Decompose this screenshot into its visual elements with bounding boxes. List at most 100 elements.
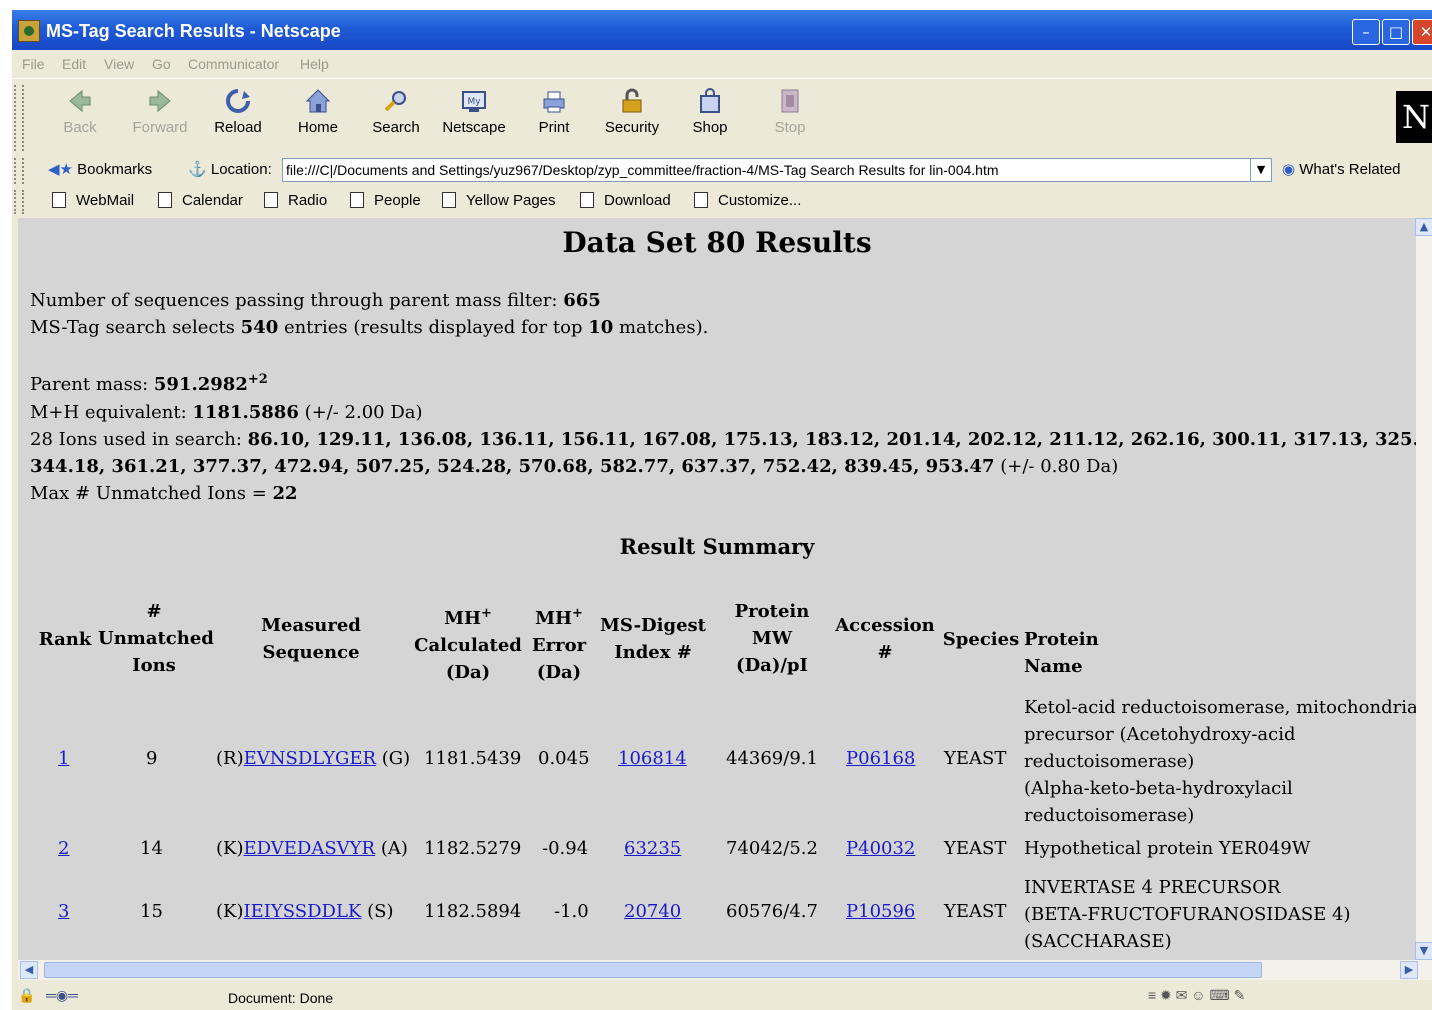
header-unmatched-line3: Ions: [132, 655, 176, 676]
toolbar-grip[interactable]: [14, 190, 24, 214]
sequence-suffix: (A): [380, 838, 408, 859]
home-button[interactable]: Home: [282, 87, 354, 136]
sequence-link[interactable]: EVNSDLYGER: [244, 748, 376, 769]
header-mh-calculated: MH+ Calculated (Da): [414, 600, 522, 686]
menu-go[interactable]: Go: [152, 56, 171, 72]
print-icon: [543, 91, 565, 113]
download-link[interactable]: Download: [580, 192, 671, 209]
sequence-cell: (R)EVNSDLYGER (G): [216, 748, 410, 769]
sequence-prefix: (K): [216, 901, 244, 922]
netscape-logo[interactable]: N: [1396, 91, 1432, 143]
accession-link[interactable]: P10596: [846, 901, 915, 922]
header-mh-calc-plus: +: [481, 606, 492, 621]
rank-link[interactable]: 3: [58, 901, 69, 922]
parent-mass-charge: +2: [247, 372, 268, 387]
calendar-link[interactable]: Calendar: [158, 192, 243, 209]
search-button[interactable]: Search: [360, 87, 432, 136]
header-unmatched: # Unmatched Ions: [98, 598, 214, 679]
netscape-button[interactable]: My Netscape: [438, 87, 510, 136]
stop-icon: [781, 89, 799, 113]
component-bar-icon[interactable]: ≡ ✹ ✉ ☺ ⌨ ✎: [1148, 987, 1245, 1004]
scroll-down-arrow-icon[interactable]: ▼: [1415, 942, 1432, 960]
sequence-prefix: (R): [216, 748, 244, 769]
close-button[interactable]: ✕: [1412, 19, 1432, 45]
scroll-right-arrow-icon[interactable]: ▶: [1400, 961, 1418, 979]
maximize-button[interactable]: □: [1382, 19, 1410, 45]
print-button[interactable]: Print: [518, 87, 590, 136]
url-input[interactable]: file:///C|/Documents and Settings/yuz967…: [282, 158, 1252, 182]
protein-mw: 44369/9.1: [726, 748, 818, 769]
bookmark-page-icon: [694, 192, 708, 208]
calendar-label: Calendar: [182, 192, 243, 209]
ions-values-1: 86.10, 129.11, 136.08, 136.11, 156.11, 1…: [247, 429, 1416, 450]
sequence-suffix: (G): [381, 748, 411, 769]
menu-bar: File Edit View Go Communicator Help: [12, 52, 1432, 76]
yellow-pages-link[interactable]: Yellow Pages: [442, 192, 556, 209]
sequence-link[interactable]: EDVEDASVYR: [244, 838, 376, 859]
reload-button[interactable]: Reload: [202, 87, 274, 136]
back-button[interactable]: Back: [44, 87, 116, 136]
home-label: Home: [297, 119, 338, 136]
webmail-link[interactable]: WebMail: [52, 192, 134, 209]
rank-link[interactable]: 1: [58, 748, 69, 769]
header-digest-line1: MS-Digest: [600, 615, 706, 636]
yellow-pages-label: Yellow Pages: [466, 192, 556, 209]
bookmark-page-icon: [158, 192, 172, 208]
horizontal-scroll-thumb[interactable]: [44, 962, 1262, 978]
accession-link[interactable]: P06168: [846, 748, 915, 769]
security-button[interactable]: Security: [596, 87, 668, 136]
url-dropdown-button[interactable]: ▼: [1250, 158, 1272, 182]
parent-mass-value: 591.2982: [153, 374, 248, 395]
vertical-scrollbar[interactable]: ▲ ▼: [1415, 218, 1432, 960]
whats-related-label: What's Related: [1299, 161, 1401, 178]
mh-error: -1.0: [554, 901, 589, 922]
selects-prefix: MS-Tag search selects: [30, 317, 241, 338]
digest-index-link[interactable]: 106814: [618, 748, 687, 769]
header-mw-line2: MW: [751, 628, 793, 649]
location-label: ⚓ Location:: [188, 160, 272, 178]
people-link[interactable]: People: [350, 192, 421, 209]
stop-button[interactable]: Stop: [754, 87, 826, 136]
security-label: Security: [604, 119, 660, 136]
menu-file[interactable]: File: [22, 56, 45, 72]
sequences-passing-label: Number of sequences passing through pare…: [30, 290, 564, 311]
header-mh-calc-line3: (Da): [445, 662, 491, 683]
horizontal-scrollbar[interactable]: ◀ ▶: [18, 960, 1432, 980]
rank-link[interactable]: 2: [58, 838, 69, 859]
result-summary-title: Result Summary: [619, 534, 815, 559]
digest-index-link[interactable]: 20740: [624, 901, 681, 922]
sequence-link[interactable]: IEIYSSDDLK: [244, 901, 362, 922]
reload-label: Reload: [214, 119, 262, 136]
header-mh-err-line1: MH: [535, 608, 573, 629]
forward-button[interactable]: Forward: [124, 87, 196, 136]
header-accession-line1: Accession: [835, 615, 935, 636]
whats-related-button[interactable]: ◉ What's Related: [1282, 160, 1401, 178]
accession-link[interactable]: P40032: [846, 838, 915, 859]
scroll-left-arrow-icon[interactable]: ◀: [20, 961, 38, 979]
menu-help[interactable]: Help: [300, 56, 329, 72]
menu-view[interactable]: View: [104, 56, 134, 72]
security-lock-icon[interactable]: 🔒: [18, 987, 35, 1004]
mh-tolerance: (+/- 2.00 Da): [298, 402, 423, 423]
species: YEAST: [944, 748, 1007, 769]
toolbar-grip[interactable]: [14, 85, 24, 151]
header-digest-line2: Index #: [614, 642, 692, 663]
protein-name-line: (Alpha-keto-beta-hydroxylacil: [1024, 778, 1293, 799]
menu-communicator[interactable]: Communicator: [188, 56, 279, 72]
radio-link[interactable]: Radio: [264, 192, 327, 209]
header-sequence: Measured Sequence: [240, 612, 382, 666]
customize-link[interactable]: Customize...: [694, 192, 801, 209]
header-rank: Rank: [38, 629, 92, 650]
ions-label: 28 Ions used in search:: [30, 429, 248, 450]
shop-button[interactable]: Shop: [674, 87, 746, 136]
minimize-button[interactable]: –: [1352, 19, 1380, 45]
people-label: People: [374, 192, 421, 209]
toolbar-grip[interactable]: [14, 158, 24, 184]
menu-edit[interactable]: Edit: [62, 56, 86, 72]
bookmarks-button[interactable]: ◀★ Bookmarks: [48, 160, 152, 178]
digest-index-link[interactable]: 63235: [624, 838, 681, 859]
scroll-up-arrow-icon[interactable]: ▲: [1415, 218, 1432, 236]
header-sequence-line2: Sequence: [262, 642, 360, 663]
max-unmatched-line: Max # Unmatched Ions = 22: [30, 483, 298, 504]
bookmark-page-icon: [442, 192, 456, 208]
